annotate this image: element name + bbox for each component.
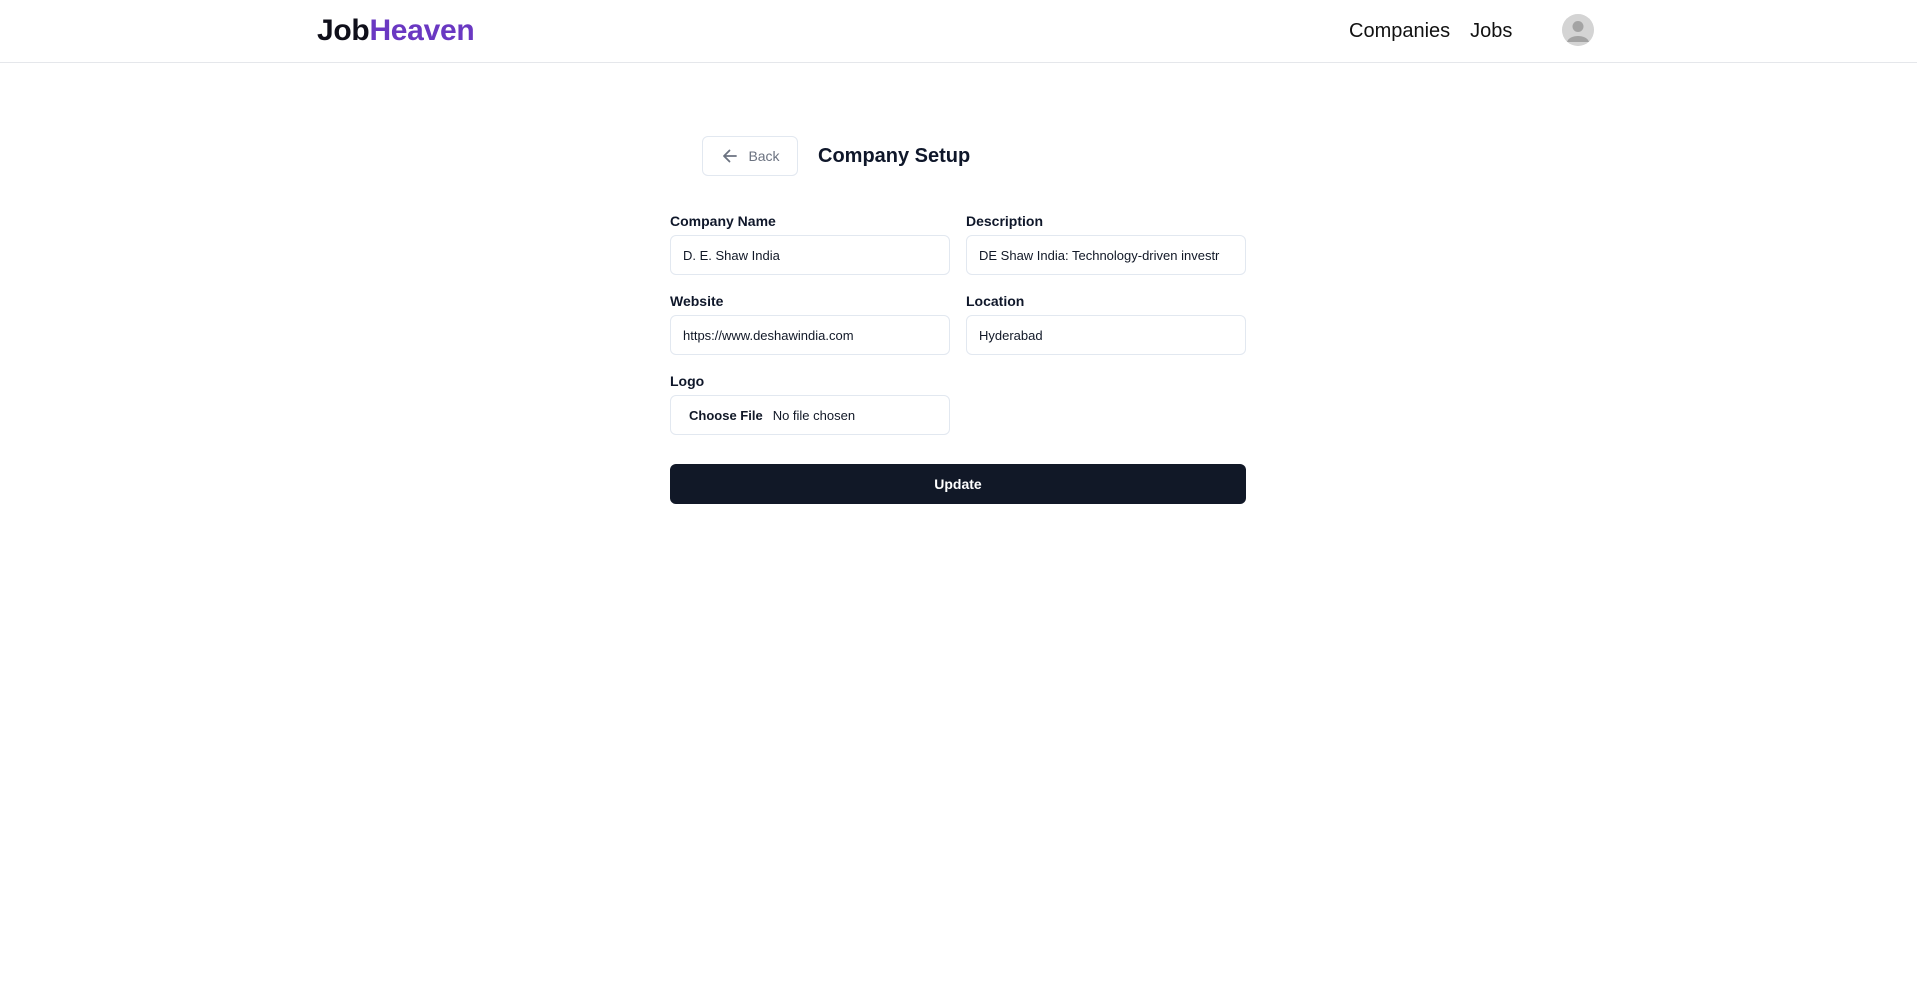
choose-file-button[interactable]: Choose File [689, 408, 763, 423]
logo-label: Logo [670, 373, 705, 389]
brand-logo-part-1: Job [317, 14, 370, 47]
nav-links: Companies Jobs [1349, 18, 1512, 44]
company-name-input[interactable] [670, 235, 950, 275]
logo-field: Logo Choose File No file chosen [670, 372, 950, 435]
back-button-label: Back [748, 148, 780, 164]
location-label: Location [966, 293, 1025, 309]
nav-link-jobs[interactable]: Jobs [1470, 18, 1512, 44]
description-label: Description [966, 213, 1044, 229]
file-status-text: No file chosen [772, 407, 856, 423]
company-name-label: Company Name [670, 213, 776, 229]
description-input[interactable] [966, 235, 1246, 275]
setup-header: Back Company Setup [702, 136, 970, 176]
website-field: Website [670, 292, 950, 355]
top-navbar: JobHeaven Companies Jobs [0, 0, 1917, 63]
nav-link-companies[interactable]: Companies [1349, 18, 1450, 44]
company-name-field: Company Name [670, 212, 950, 275]
website-input[interactable] [670, 315, 950, 355]
update-button[interactable]: Update [670, 464, 1246, 504]
brand-logo-part-2: Heaven [369, 14, 475, 47]
website-label: Website [670, 293, 724, 309]
user-avatar-icon[interactable] [1562, 14, 1594, 46]
brand-logo[interactable]: JobHeaven [317, 12, 475, 50]
location-field: Location [966, 292, 1246, 355]
page-title: Company Setup [818, 144, 971, 167]
arrow-left-icon [723, 149, 738, 163]
description-field: Description [966, 212, 1246, 275]
location-input[interactable] [966, 315, 1246, 355]
back-button[interactable]: Back [702, 136, 798, 176]
avatar-silhouette [1562, 14, 1594, 46]
logo-file-input[interactable]: Choose File No file chosen [670, 395, 950, 435]
